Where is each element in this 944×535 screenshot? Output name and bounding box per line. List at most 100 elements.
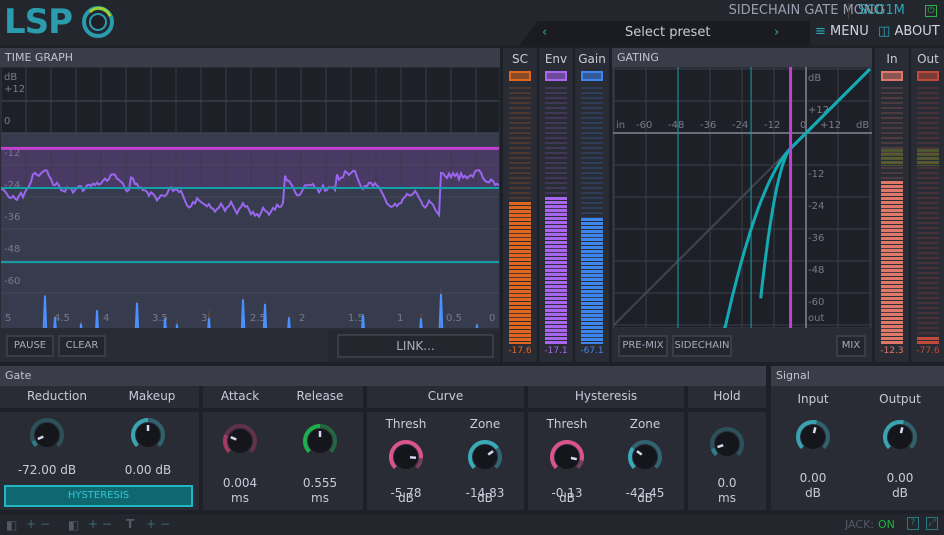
knob-pointer (717, 444, 724, 449)
release-value[interactable]: 0.555 (280, 476, 360, 490)
hold-unit: ms (718, 491, 736, 505)
out-meter-clip-indicator[interactable] (917, 71, 939, 81)
help-icon[interactable]: ? (907, 517, 919, 530)
curve-thresh-unit: dB (398, 491, 414, 505)
y-axis-label: -24 (4, 180, 20, 191)
curve-zone-label: Zone (469, 417, 501, 431)
makeup-value[interactable]: 0.00 dB (108, 463, 188, 477)
preset-prev-button[interactable]: ‹ (542, 25, 547, 40)
menu-label: MENU (830, 24, 869, 39)
env-meter: Env -17.1 (539, 48, 573, 362)
gain-meter-clip-indicator[interactable] (581, 71, 603, 81)
fullscreen-icon[interactable]: ⤢ (926, 517, 938, 530)
mix-button[interactable]: MIX (836, 335, 866, 357)
jack-status: ON (878, 518, 895, 531)
hysteresis-button[interactable]: HYSTERESIS (4, 485, 193, 507)
link-button[interactable]: LINK... (337, 334, 494, 358)
reduction-label: Reduction (27, 389, 87, 403)
hyst-zone-knob[interactable] (625, 437, 665, 477)
curve-zone-knob[interactable] (465, 437, 505, 477)
knob-value-arc (31, 440, 38, 448)
env-meter-clip-indicator[interactable] (545, 71, 567, 81)
pre-mix-button[interactable]: PRE-MIX (618, 335, 668, 357)
hyst-thresh-knob[interactable] (547, 437, 587, 477)
preset-label[interactable]: Select preset (625, 25, 710, 40)
y-axis-label: -36 (4, 212, 20, 223)
x-axis-label: 0 (489, 313, 495, 324)
knob-cap (473, 445, 497, 469)
x-axis-label: 0.5 (446, 313, 462, 324)
scale-minus-button[interactable]: − (102, 517, 112, 531)
gating-out-label: dB (808, 73, 821, 84)
pause-button[interactable]: PAUSE (6, 335, 54, 357)
y-axis-label: +12 (4, 84, 25, 95)
release-knob[interactable] (300, 421, 340, 461)
attack-unit: ms (231, 491, 249, 505)
sidechain-button[interactable]: SIDECHAIN (672, 335, 732, 357)
gating-out-label: -60 (808, 297, 824, 308)
knob-cap (35, 423, 59, 447)
input-knob[interactable] (793, 417, 833, 457)
in-meter-clip-indicator[interactable] (881, 71, 903, 81)
ui-scale-icon[interactable]: ◧ (68, 518, 79, 532)
out-meter-warn-zone (917, 148, 939, 166)
logo-gear-icon (82, 6, 114, 38)
menu-button[interactable]: ≡ MENU (815, 24, 869, 39)
sc-meter-value: -17.6 (508, 346, 532, 356)
attack-knob[interactable] (220, 421, 260, 461)
footer: ◧ + − ◧ + − T + − JACK: ON ? ⤢ (0, 514, 944, 535)
window-size-icon[interactable]: ◧ (6, 518, 17, 532)
gating-graph: in -60 -48 -36 -24 -12 0 +12 dBdB+12-12-24-36-48… (613, 67, 872, 328)
in-meter: In -12.3 (875, 48, 909, 362)
size-plus-button[interactable]: + (26, 517, 36, 531)
reduction-knob[interactable] (27, 415, 67, 455)
font-scale-icon[interactable]: T (126, 517, 134, 531)
release-label: Release (296, 389, 344, 403)
curve-zone-unit: dB (477, 491, 493, 505)
hysteresis-label: Hysteresis (528, 386, 684, 408)
attack-value[interactable]: 0.004 (200, 476, 280, 490)
gating-out-label: -36 (808, 233, 824, 244)
attack-label: Attack (220, 389, 260, 403)
sc-meter-clip-indicator[interactable] (509, 71, 531, 81)
gating-in-label: +12 (820, 120, 841, 131)
x-axis-label: 2 (299, 313, 305, 324)
curve-thresh-knob[interactable] (386, 437, 426, 477)
power-icon[interactable]: ⏻ (925, 5, 937, 17)
preset-next-button[interactable]: › (774, 25, 779, 40)
gating-in-label: in (616, 120, 625, 131)
size-minus-button[interactable]: − (40, 517, 50, 531)
plugin-code: SCG1M (858, 3, 905, 18)
curve-thresh-label: Thresh (385, 417, 427, 431)
input-value[interactable]: 0.00 (773, 471, 853, 485)
knob-cap (555, 445, 579, 469)
knob-pointer (570, 456, 578, 461)
logo: LSP (4, 2, 73, 42)
out-meter-track (917, 84, 939, 344)
in-meter-label: In (886, 52, 898, 66)
reduction-value[interactable]: -72.00 dB (7, 463, 87, 477)
output-value[interactable]: 0.00 (860, 471, 940, 485)
font-plus-button[interactable]: + (146, 517, 156, 531)
makeup-knob[interactable] (128, 415, 168, 455)
clear-button[interactable]: CLEAR (58, 335, 106, 357)
output-knob[interactable] (880, 417, 920, 457)
out-meter: Out -77.6 (911, 48, 944, 362)
release-unit: ms (311, 491, 329, 505)
preset-selector[interactable]: ‹ Select preset › (520, 21, 810, 45)
y-axis-label: 0 (4, 116, 10, 127)
hold-value[interactable]: 0.0 (687, 476, 767, 490)
knob-cap (715, 432, 739, 456)
output-label: Output (879, 392, 921, 406)
scale-plus-button[interactable]: + (88, 517, 98, 531)
font-minus-button[interactable]: − (160, 517, 170, 531)
sc-meter: SC -17.6 (503, 48, 537, 362)
gating-in-label: -24 (732, 120, 748, 131)
hyst-thresh-unit: dB (559, 491, 575, 505)
knob-cap (801, 425, 825, 449)
gating-in-label: dB (856, 120, 869, 131)
hold-knob[interactable] (707, 424, 747, 464)
hold-label: Hold (688, 386, 766, 408)
about-button[interactable]: ◫ ABOUT (878, 24, 940, 39)
curve-label: Curve (367, 386, 524, 408)
